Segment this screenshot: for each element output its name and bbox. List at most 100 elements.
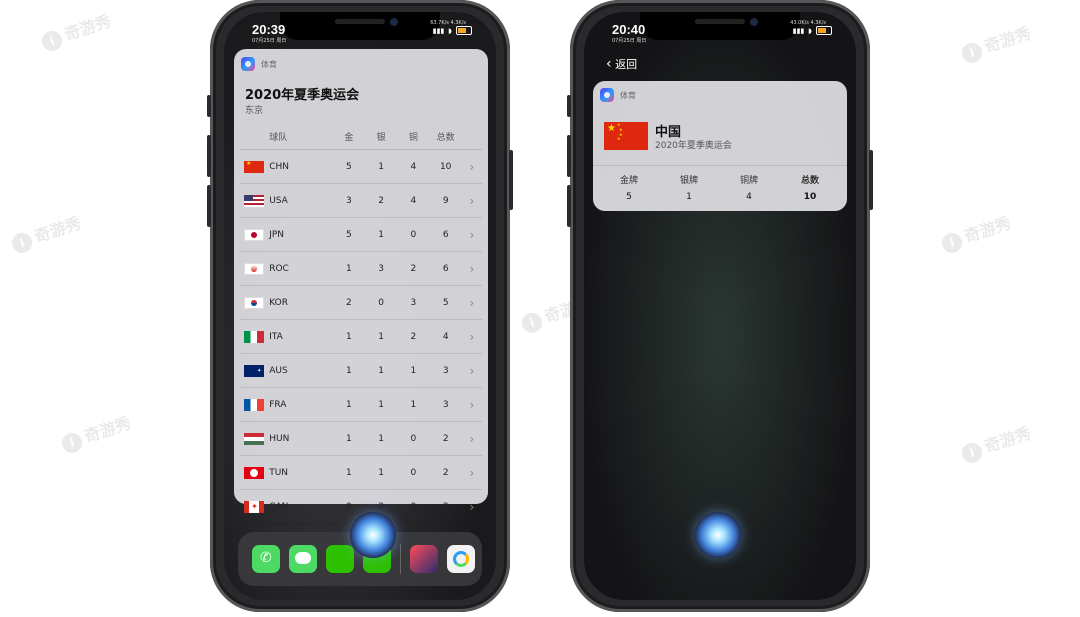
siri-orb[interactable] — [695, 512, 741, 558]
chevron-right-icon: › — [469, 261, 475, 276]
phone-right: 20:40 07月25日 周日 43.0K/s 4.3K/s ▮▮▮ ◗ ‹ 返… — [567, 0, 873, 612]
chevron-right-icon: › — [469, 363, 475, 378]
medal-table: 球队 金 银 铜 总数 ★ CHN 5 1 4 10 › USA 3 2 4 9 › JPN 5 1 0 6 › RO… — [240, 123, 482, 524]
notch — [640, 12, 800, 40]
browser-icon[interactable] — [447, 545, 475, 573]
table-row[interactable]: FRA 1 1 1 3 › — [240, 387, 482, 422]
total-count: 6 — [429, 251, 462, 286]
signal-icon: ▮▮▮ — [792, 26, 805, 35]
table-row[interactable]: ★ CHN 5 1 4 10 › — [240, 149, 482, 184]
messages-icon[interactable] — [289, 545, 317, 573]
table-row[interactable]: USA 3 2 4 9 › — [240, 183, 482, 218]
china-flag-icon: ★ ★ ★ ★ ★ — [604, 122, 648, 150]
watermark: i 奇游秀 — [8, 209, 84, 256]
table-row[interactable]: ✦ AUS 1 1 1 3 › — [240, 353, 482, 388]
app-name: 体育 — [620, 90, 636, 100]
gold-count: 3 — [332, 183, 366, 218]
silver-count: 3 — [365, 251, 398, 286]
silver-count: 1 — [365, 217, 398, 252]
table-row[interactable]: KOR 2 0 3 5 › — [240, 285, 482, 320]
chevron-right-icon: › — [469, 397, 475, 412]
total-count: 2 — [429, 489, 462, 524]
status-date: 07月25日 周日 — [612, 38, 647, 44]
back-button[interactable]: ‹ 返回 — [606, 56, 637, 72]
team-code: KOR — [268, 285, 333, 320]
gold-count: 1 — [332, 421, 366, 456]
label-silver: 银牌 — [679, 176, 698, 186]
battery-icon — [456, 26, 472, 35]
value-silver: 1 — [686, 192, 692, 202]
silver-count: 1 — [365, 421, 398, 456]
gold-count: 1 — [332, 251, 366, 286]
silver-count: 2 — [365, 183, 398, 218]
chevron-left-icon: ‹ — [606, 56, 612, 72]
header-gold: 金 — [332, 123, 366, 150]
country-medal-card: 体育 ★ ★ ★ ★ ★ 中国 2020年夏季奥运会 金牌 银牌 铜牌 总数 5… — [593, 81, 847, 211]
wechat-icon[interactable] — [326, 545, 354, 573]
header-bronze: 铜 — [397, 123, 430, 150]
screen-left: 20:39 07月25日 周日 63.7K/s 4.3K/s ▮▮▮ ◗ 体育 … — [224, 12, 496, 600]
can-flag-icon: ✦ — [244, 500, 265, 513]
table-row[interactable]: JPN 5 1 0 6 › — [240, 217, 482, 252]
table-row[interactable]: ROC 1 3 2 6 › — [240, 251, 482, 286]
watermark: i 奇游秀 — [938, 209, 1014, 256]
team-code: ITA — [268, 319, 333, 354]
bronze-count: 3 — [397, 285, 430, 320]
phone-left: 20:39 07月25日 周日 63.7K/s 4.3K/s ▮▮▮ ◗ 体育 … — [207, 0, 513, 612]
gold-count: 1 — [332, 319, 366, 354]
team-code: AUS — [268, 353, 333, 388]
gold-count: 1 — [332, 455, 366, 490]
back-label: 返回 — [615, 58, 638, 71]
silver-count: 0 — [365, 285, 398, 320]
app-name: 体育 — [261, 59, 277, 69]
siri-icon — [600, 88, 614, 102]
shortcuts-icon[interactable] — [410, 545, 438, 573]
table-header: 球队 金 银 铜 总数 — [240, 123, 482, 150]
team-code: FRA — [268, 387, 333, 422]
card-subtitle: 东京 — [245, 106, 264, 116]
phone-icon[interactable]: ✆ — [252, 545, 280, 573]
value-total: 10 — [803, 192, 817, 202]
chevron-right-icon: › — [469, 499, 475, 514]
bronze-count: 0 — [397, 455, 430, 490]
total-count: 5 — [429, 285, 462, 320]
table-row[interactable]: TUN 1 1 0 2 › — [240, 455, 482, 490]
screen-right: 20:40 07月25日 周日 43.0K/s 4.3K/s ▮▮▮ ◗ ‹ 返… — [584, 12, 856, 600]
status-date: 07月25日 周日 — [252, 38, 287, 44]
label-gold: 金牌 — [619, 176, 638, 186]
status-icons: ▮▮▮ ◗ — [793, 26, 832, 35]
roc-flag-icon — [244, 262, 265, 275]
bronze-count: 2 — [397, 319, 430, 354]
value-bronze: 4 — [746, 192, 752, 202]
bronze-count: 4 — [397, 183, 430, 218]
summary-labels: 金牌 银牌 铜牌 总数 — [599, 173, 841, 186]
total-count: 2 — [429, 455, 462, 490]
chn-flag-icon: ★ — [244, 160, 265, 173]
chevron-right-icon: › — [469, 431, 475, 446]
team-code: ROC — [268, 251, 333, 286]
hun-flag-icon — [244, 432, 265, 445]
watermark: i 奇游秀 — [958, 419, 1034, 466]
fra-flag-icon — [244, 398, 265, 411]
bronze-count: 0 — [397, 217, 430, 252]
bronze-count: 2 — [397, 251, 430, 286]
jpn-flag-icon — [244, 228, 265, 241]
summary-values: 5 1 4 10 — [599, 192, 841, 202]
siri-orb[interactable] — [350, 512, 396, 558]
card-title: 2020年夏季奥运会 — [245, 88, 360, 103]
card-header: 体育 — [600, 88, 636, 102]
team-code: HUN — [268, 421, 333, 456]
silver-count: 1 — [365, 319, 398, 354]
team-code: CAN — [268, 489, 333, 524]
total-count: 3 — [429, 353, 462, 388]
gold-count: 2 — [332, 285, 366, 320]
header-total: 总数 — [429, 123, 462, 150]
battery-icon — [816, 26, 832, 35]
label-bronze: 铜牌 — [739, 176, 758, 186]
kor-flag-icon — [244, 296, 265, 309]
table-row[interactable]: ITA 1 1 2 4 › — [240, 319, 482, 354]
total-count: 6 — [429, 217, 462, 252]
total-count: 2 — [429, 421, 462, 456]
table-row[interactable]: HUN 1 1 0 2 › — [240, 421, 482, 456]
watermark: i 奇游秀 — [958, 19, 1034, 66]
